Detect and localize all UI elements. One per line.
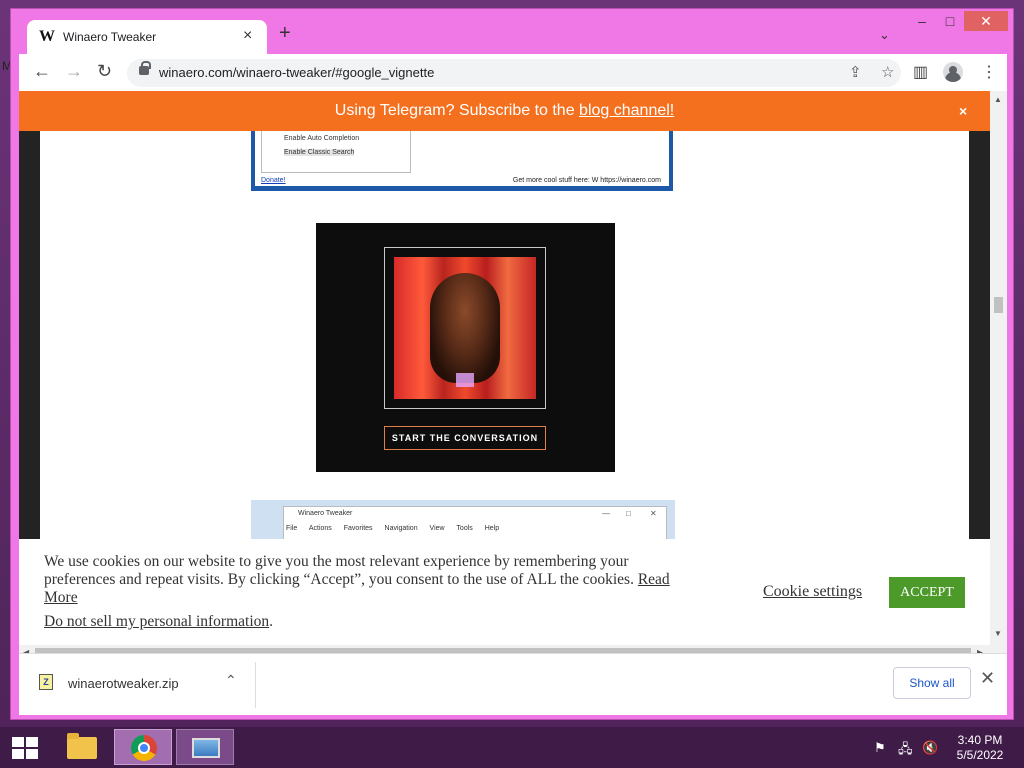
action-center-flag-icon[interactable]: ⚑: [874, 740, 886, 756]
tweaker-window-screenshot-image: Winaero Tweaker — □ ✕ File Actions Favor…: [251, 500, 675, 546]
winaero-favicon-icon: W: [39, 28, 55, 45]
download-shelf-close-icon[interactable]: ✕: [980, 668, 995, 689]
screenshot-menu-item: Favorites: [343, 525, 373, 532]
page-viewport: Using Telegram? Subscribe to the blog ch…: [19, 91, 1007, 653]
scroll-up-icon[interactable]: ▲: [994, 95, 1002, 104]
network-icon[interactable]: 🖧: [898, 740, 913, 762]
tab-title: Winaero Tweaker: [63, 30, 157, 44]
new-tab-icon[interactable]: +: [279, 22, 291, 45]
do-not-sell-link[interactable]: Do not sell my personal information: [44, 613, 269, 630]
taskbar: ⚑ 🖧 🔇 3:40 PM 5/5/2022: [0, 727, 1024, 768]
profile-avatar-icon[interactable]: [943, 62, 963, 82]
screenshot-menu-item: View: [429, 525, 445, 532]
share-icon[interactable]: ⇪: [849, 63, 862, 81]
horizontal-scrollbar[interactable]: ◀ ▶: [19, 645, 990, 653]
screenshot-menu-item: Navigation: [384, 525, 418, 532]
screenshot-donate-text: Donate!: [261, 177, 286, 184]
file-explorer-taskbar-button[interactable]: [52, 729, 110, 765]
window-maximize-button[interactable]: □: [935, 11, 965, 31]
screenshot-minimize-icon: —: [602, 509, 610, 518]
vertical-scrollbar[interactable]: ▲ ▼: [990, 91, 1007, 653]
screenshot-tree-item: Enable Auto Completion: [284, 135, 360, 142]
browser-toolbar: ← → ↻ winaero.com/winaero-tweaker/#googl…: [19, 54, 1007, 91]
ad-image-frame: [384, 247, 546, 409]
chrome-menu-icon[interactable]: ⋮: [981, 62, 997, 82]
remote-desktop-taskbar-button[interactable]: [176, 729, 234, 765]
accept-button[interactable]: ACCEPT: [889, 577, 965, 608]
clock-date: 5/5/2022: [956, 748, 1004, 762]
volume-muted-icon[interactable]: 🔇: [922, 740, 938, 756]
side-panel-icon[interactable]: ▥: [913, 62, 928, 82]
screenshot-tree-item: Enable Classic Search: [284, 149, 355, 156]
vertical-scroll-thumb[interactable]: [994, 297, 1003, 313]
chrome-taskbar-button[interactable]: [114, 729, 172, 765]
screenshot-status-right-text: Get more cool stuff here: W https://wina…: [512, 177, 661, 184]
tab-search-chevron-icon[interactable]: ⌄: [879, 27, 890, 43]
download-file-name[interactable]: winaerotweaker.zip: [68, 676, 179, 691]
do-not-sell-period: .: [269, 613, 274, 630]
screenshot-menu-item: Tools: [456, 525, 473, 532]
windows-start-icon[interactable]: [12, 737, 38, 759]
cookie-message-text: We use cookies on our website to give yo…: [44, 553, 634, 588]
tab-close-icon[interactable]: ×: [243, 27, 252, 45]
address-bar[interactable]: winaero.com/winaero-tweaker/#google_vign…: [127, 59, 901, 87]
screenshot-maximize-icon: □: [626, 509, 631, 518]
download-shelf: Z winaerotweaker.zip ⌃ Show all ✕: [19, 653, 1007, 715]
show-all-button[interactable]: Show all: [893, 667, 971, 699]
chrome-icon: [131, 735, 157, 761]
browser-tab[interactable]: W Winaero Tweaker ×: [27, 20, 267, 54]
screenshot-menu-item: Actions: [308, 525, 332, 532]
screenshot-tree-pane: Enable Auto Completion Enable Classic Se…: [261, 131, 411, 173]
remote-desktop-icon: [192, 738, 220, 758]
clock-time: 3:40 PM: [957, 733, 1003, 747]
telegram-banner-close-icon[interactable]: ×: [959, 91, 967, 131]
page-background: Enable Auto Completion Enable Classic Se…: [19, 131, 990, 546]
ad-logo: [456, 373, 474, 387]
screenshot-close-icon: ✕: [650, 509, 657, 518]
forward-arrow-icon[interactable]: →: [65, 61, 83, 82]
ad-cta-button[interactable]: START THE CONVERSATION: [384, 426, 546, 450]
cookie-settings-link[interactable]: Cookie settings: [763, 583, 862, 601]
cookie-banner: We use cookies on our website to give yo…: [19, 539, 990, 645]
ad-portrait-image: [394, 257, 536, 399]
window-minimize-button[interactable]: –: [907, 11, 937, 31]
screenshot-menu-bar: File Actions Favorites Navigation View T…: [286, 525, 509, 532]
back-arrow-icon[interactable]: ←: [33, 61, 51, 82]
reload-icon[interactable]: ↻: [97, 61, 112, 82]
bookmark-star-icon[interactable]: ☆: [881, 63, 894, 81]
download-divider: [255, 662, 256, 708]
screenshot-window-title: Winaero Tweaker: [298, 510, 353, 517]
tweaker-screenshot-image: Enable Auto Completion Enable Classic Se…: [251, 131, 673, 191]
advertisement[interactable]: START THE CONVERSATION: [316, 223, 615, 472]
screenshot-menu-item: Help: [484, 525, 500, 532]
blog-channel-link[interactable]: blog channel!: [579, 102, 674, 119]
window-close-button[interactable]: ✕: [964, 11, 1008, 31]
system-clock[interactable]: 3:40 PM 5/5/2022: [950, 733, 1010, 763]
download-chevron-up-icon[interactable]: ⌃: [225, 672, 237, 689]
article-content: Enable Auto Completion Enable Classic Se…: [40, 131, 969, 546]
zip-file-icon: Z: [39, 674, 53, 690]
chrome-window: W Winaero Tweaker × + ⌄ – □ ✕ ← → ↻ wina…: [10, 8, 1014, 720]
url-text[interactable]: winaero.com/winaero-tweaker/#google_vign…: [159, 65, 434, 80]
cookie-message: We use cookies on our website to give yo…: [44, 553, 694, 607]
screenshot-menu-item: File: [286, 525, 298, 532]
telegram-banner-text: Using Telegram? Subscribe to the: [334, 102, 580, 119]
scroll-down-icon[interactable]: ▼: [994, 629, 1002, 638]
lock-icon[interactable]: [139, 61, 151, 75]
telegram-banner: Using Telegram? Subscribe to the blog ch…: [19, 91, 990, 131]
folder-icon: [67, 733, 97, 759]
